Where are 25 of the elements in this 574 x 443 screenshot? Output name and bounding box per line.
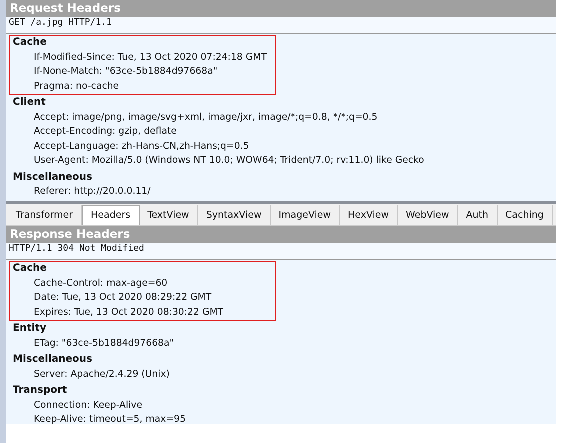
header-line: Connection: Keep-Alive <box>33 398 142 412</box>
header-line: Pragma: no-cache <box>33 80 120 94</box>
group-heading: Transport <box>12 384 68 398</box>
header-line: Accept-Encoding: gzip, deflate <box>33 125 177 139</box>
panel-title: Response Headers <box>6 226 556 243</box>
header-line: If-Modified-Since: Tue, 13 Oct 2020 07:24:18 GMT <box>33 50 267 64</box>
header-line: Server: Apache/2.4.29 (Unix) <box>33 368 170 382</box>
group-heading: Miscellaneous <box>12 353 94 367</box>
group-heading: Client <box>12 96 47 110</box>
header-line: If-None-Match: "63ce-5b1884d97668a" <box>33 65 218 79</box>
group-heading: Miscellaneous <box>12 170 94 184</box>
tab[interactable]: Headers <box>82 205 140 225</box>
group-heading: Cache <box>12 262 48 276</box>
header-line: Accept: image/png, image/svg+xml, image/jxr, image/*;q=0.8, */*;q=0.5 <box>33 110 378 124</box>
header-line: Date: Tue, 13 Oct 2020 08:29:22 GMT <box>33 291 212 305</box>
group-heading: Entity <box>12 322 48 336</box>
header-line: Expires: Tue, 13 Oct 2020 08:30:22 GMT <box>33 306 224 320</box>
header-line: Accept-Language: zh-Hans-CN,zh-Hans;q=0.5 <box>33 140 250 154</box>
header-line: User-Agent: Mozilla/5.0 (Windows NT 10.0; WOW64; Trident/7.0; rv:11.0) like Gecko <box>33 154 424 168</box>
header-line: Keep-Alive: timeout=5, max=95 <box>33 413 186 427</box>
header-line: Referer: http://20.0.0.11/ <box>33 185 151 199</box>
panel-title: Request Headers <box>6 0 556 17</box>
header-line: ETag: "63ce-5b1884d97668a" <box>33 336 174 350</box>
group-heading: Cache <box>12 36 48 50</box>
header-line: Cache-Control: max-age=60 <box>33 276 168 290</box>
